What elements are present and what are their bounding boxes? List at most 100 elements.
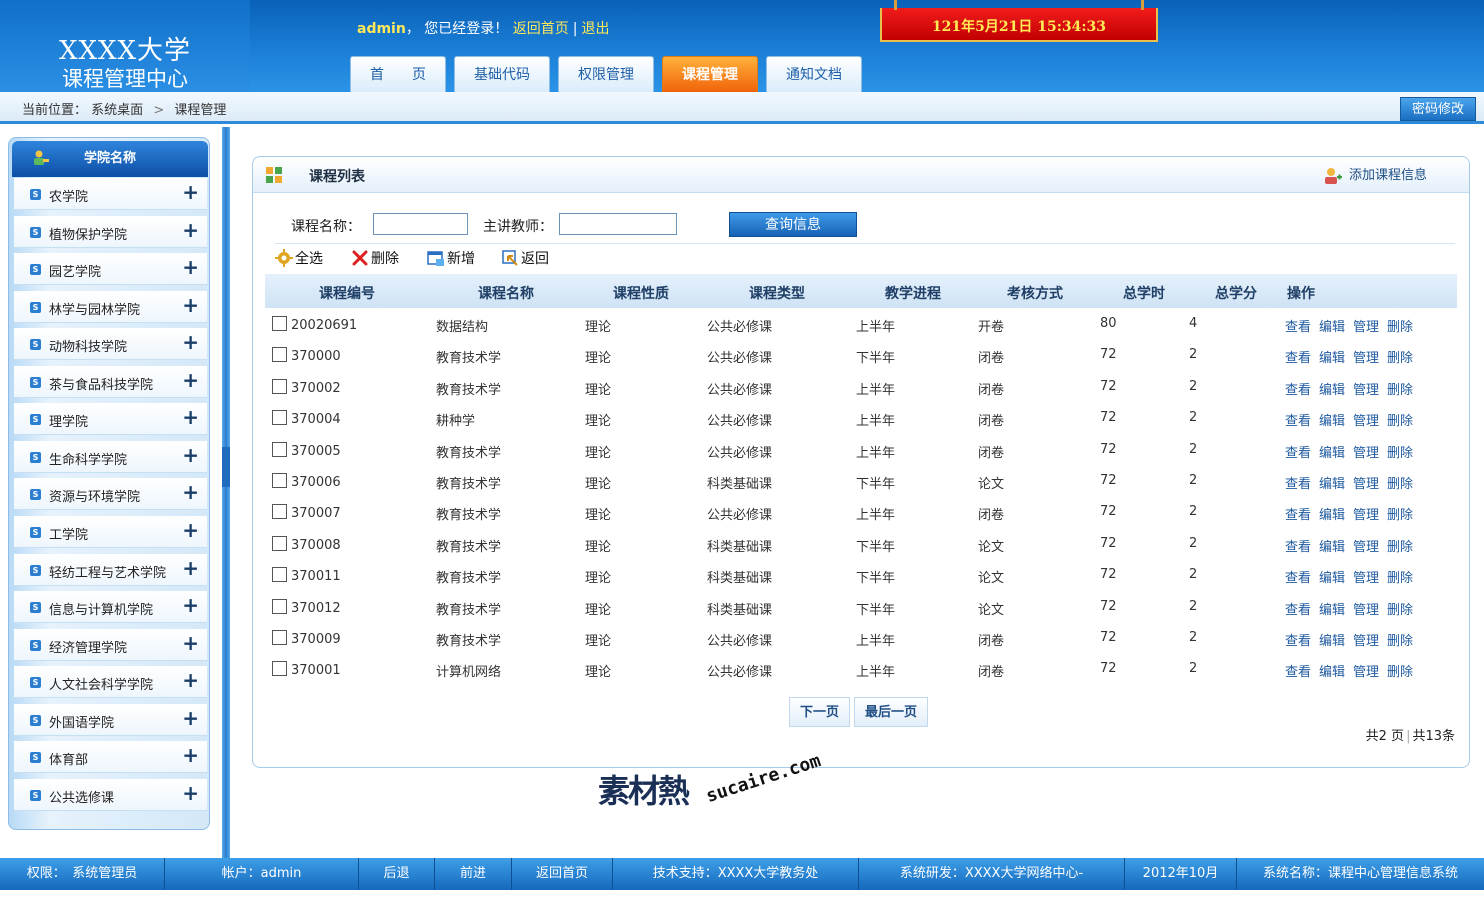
expand-plus-icon[interactable]: + bbox=[182, 743, 199, 767]
change-password-button[interactable]: 密码修改 bbox=[1400, 97, 1476, 121]
add-course-link[interactable]: 添加课程信息 bbox=[1323, 164, 1427, 186]
row-checkbox[interactable] bbox=[272, 347, 287, 363]
manage-link[interactable]: 管理 bbox=[1353, 540, 1379, 555]
col-course-name[interactable]: 课程名称 bbox=[478, 283, 534, 303]
sidebar-item-14[interactable]: S 外国语学院 + bbox=[14, 703, 207, 736]
query-button[interactable]: 查询信息 bbox=[729, 212, 857, 237]
expand-plus-icon[interactable]: + bbox=[182, 706, 199, 730]
delete-row-link[interactable]: 删除 bbox=[1387, 351, 1413, 366]
expand-plus-icon[interactable]: + bbox=[182, 368, 199, 392]
tab-home[interactable]: 首 页 bbox=[350, 56, 446, 92]
view-link[interactable]: 查看 bbox=[1285, 603, 1311, 618]
sidebar-item-3[interactable]: S 林学与园林学院 + bbox=[14, 290, 207, 323]
expand-plus-icon[interactable]: + bbox=[182, 293, 199, 317]
manage-link[interactable]: 管理 bbox=[1353, 634, 1379, 649]
row-checkbox[interactable] bbox=[272, 598, 287, 614]
manage-link[interactable]: 管理 bbox=[1353, 571, 1379, 586]
view-link[interactable]: 查看 bbox=[1285, 414, 1311, 429]
expand-plus-icon[interactable]: + bbox=[182, 255, 199, 279]
delete-row-link[interactable]: 删除 bbox=[1387, 446, 1413, 461]
edit-link[interactable]: 编辑 bbox=[1319, 477, 1345, 492]
delete-row-link[interactable]: 删除 bbox=[1387, 383, 1413, 398]
sidebar-item-15[interactable]: S 体育部 + bbox=[14, 741, 207, 774]
select-all-button[interactable]: 全选 bbox=[275, 248, 323, 268]
col-teaching-schedule[interactable]: 教学进程 bbox=[885, 283, 941, 303]
edit-link[interactable]: 编辑 bbox=[1319, 508, 1345, 523]
footer-forward-button[interactable]: 前进 bbox=[435, 858, 512, 890]
view-link[interactable]: 查看 bbox=[1285, 383, 1311, 398]
expand-plus-icon[interactable]: + bbox=[182, 556, 199, 580]
expand-plus-icon[interactable]: + bbox=[182, 668, 199, 692]
tab-course-management[interactable]: 课程管理 bbox=[662, 56, 758, 99]
tab-notice-docs[interactable]: 通知文档 bbox=[766, 56, 862, 92]
manage-link[interactable]: 管理 bbox=[1353, 414, 1379, 429]
expand-plus-icon[interactable]: + bbox=[182, 518, 199, 542]
manage-link[interactable]: 管理 bbox=[1353, 477, 1379, 492]
row-checkbox[interactable] bbox=[272, 472, 287, 488]
row-checkbox[interactable] bbox=[272, 316, 287, 331]
back-button[interactable]: 返回 bbox=[501, 248, 549, 268]
expand-plus-icon[interactable]: + bbox=[182, 443, 199, 467]
sidebar-item-12[interactable]: S 经济管理学院 + bbox=[14, 628, 207, 661]
expand-plus-icon[interactable]: + bbox=[182, 180, 199, 204]
col-total-hours[interactable]: 总学时 bbox=[1123, 283, 1165, 303]
row-checkbox[interactable] bbox=[272, 441, 287, 457]
col-total-credits[interactable]: 总学分 bbox=[1215, 283, 1257, 303]
edit-link[interactable]: 编辑 bbox=[1319, 540, 1345, 555]
tab-basic-codes[interactable]: 基础代码 bbox=[454, 56, 550, 92]
sidebar-item-2[interactable]: S 园艺学院 + bbox=[14, 253, 207, 286]
edit-link[interactable]: 编辑 bbox=[1319, 320, 1345, 335]
manage-link[interactable]: 管理 bbox=[1353, 446, 1379, 461]
last-page-button[interactable]: 最后一页 bbox=[854, 697, 929, 727]
sidebar-item-10[interactable]: S 轻纺工程与艺术学院 + bbox=[14, 553, 207, 586]
delete-row-link[interactable]: 删除 bbox=[1387, 477, 1413, 492]
sidebar-item-4[interactable]: S 动物科技学院 + bbox=[14, 328, 207, 361]
delete-row-link[interactable]: 删除 bbox=[1387, 414, 1413, 429]
sidebar-item-6[interactable]: S 理学院 + bbox=[14, 403, 207, 436]
sidebar-item-16[interactable]: S 公共选修课 + bbox=[14, 778, 207, 811]
sidebar-item-1[interactable]: S 植物保护学院 + bbox=[14, 215, 207, 248]
manage-link[interactable]: 管理 bbox=[1353, 665, 1379, 680]
row-checkbox[interactable] bbox=[272, 629, 287, 645]
delete-row-link[interactable]: 删除 bbox=[1387, 540, 1413, 555]
edit-link[interactable]: 编辑 bbox=[1319, 414, 1345, 429]
return-home-link[interactable]: 返回首页 bbox=[513, 21, 569, 37]
course-name-input[interactable] bbox=[373, 213, 468, 235]
view-link[interactable]: 查看 bbox=[1285, 665, 1311, 680]
sidebar-item-8[interactable]: S 资源与环境学院 + bbox=[14, 478, 207, 511]
row-checkbox[interactable] bbox=[272, 535, 287, 551]
row-checkbox[interactable] bbox=[272, 504, 287, 520]
expand-plus-icon[interactable]: + bbox=[182, 593, 199, 617]
expand-plus-icon[interactable]: + bbox=[182, 330, 199, 354]
view-link[interactable]: 查看 bbox=[1285, 446, 1311, 461]
sidebar-item-7[interactable]: S 生命科学学院 + bbox=[14, 440, 207, 473]
view-link[interactable]: 查看 bbox=[1285, 351, 1311, 366]
manage-link[interactable]: 管理 bbox=[1353, 351, 1379, 366]
view-link[interactable]: 查看 bbox=[1285, 634, 1311, 649]
row-checkbox[interactable] bbox=[272, 567, 287, 583]
next-page-button[interactable]: 下一页 bbox=[789, 697, 851, 727]
manage-link[interactable]: 管理 bbox=[1353, 603, 1379, 618]
expand-plus-icon[interactable]: + bbox=[182, 781, 199, 805]
edit-link[interactable]: 编辑 bbox=[1319, 383, 1345, 398]
delete-row-link[interactable]: 删除 bbox=[1387, 634, 1413, 649]
col-course-nature[interactable]: 课程性质 bbox=[613, 283, 669, 303]
delete-row-link[interactable]: 删除 bbox=[1387, 603, 1413, 618]
col-course-id[interactable]: 课程编号 bbox=[319, 283, 375, 303]
sidebar-item-13[interactable]: S 人文社会科学学院 + bbox=[14, 666, 207, 699]
view-link[interactable]: 查看 bbox=[1285, 540, 1311, 555]
new-button[interactable]: 新增 bbox=[427, 248, 475, 268]
edit-link[interactable]: 编辑 bbox=[1319, 603, 1345, 618]
row-checkbox[interactable] bbox=[272, 378, 287, 394]
expand-plus-icon[interactable]: + bbox=[182, 218, 199, 242]
splitter-toggle-handle[interactable] bbox=[222, 447, 230, 487]
teacher-input[interactable] bbox=[559, 213, 677, 235]
tab-permissions[interactable]: 权限管理 bbox=[558, 56, 654, 92]
manage-link[interactable]: 管理 bbox=[1353, 383, 1379, 398]
sidebar-item-0[interactable]: S 农学院 + bbox=[14, 178, 207, 210]
delete-row-link[interactable]: 删除 bbox=[1387, 320, 1413, 335]
edit-link[interactable]: 编辑 bbox=[1319, 571, 1345, 586]
delete-row-link[interactable]: 删除 bbox=[1387, 571, 1413, 586]
view-link[interactable]: 查看 bbox=[1285, 320, 1311, 335]
edit-link[interactable]: 编辑 bbox=[1319, 665, 1345, 680]
